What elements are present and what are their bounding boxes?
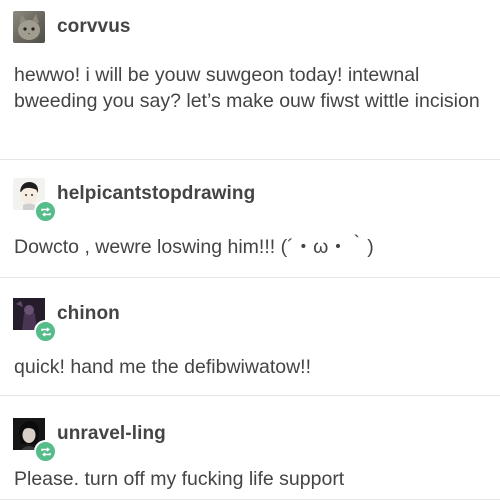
reblog-icon <box>34 320 57 343</box>
reblog-icon <box>34 440 57 463</box>
cat-photo-icon[interactable] <box>13 11 45 43</box>
reblog-icon <box>34 200 57 223</box>
post-chinon: chinon quick! hand me the defibwiwatow!! <box>0 278 500 396</box>
username[interactable]: corvvus <box>57 16 131 38</box>
drawn-character-icon[interactable] <box>13 178 57 223</box>
username[interactable]: helpicantstopdrawing <box>57 183 255 205</box>
post-header: corvvus <box>13 11 131 43</box>
username[interactable]: unravel-ling <box>57 423 166 445</box>
post-unravel-ling: unravel-ling Please. turn off my fucking… <box>0 396 500 500</box>
post-corvvus: corvvus hewwo! i will be youw suwgeon to… <box>0 0 500 160</box>
username[interactable]: chinon <box>57 303 120 325</box>
post-text: quick! hand me the defibwiwatow!! <box>14 356 311 378</box>
post-helpicantstopdrawing: helpicantstopdrawing Dowcto , wewre losw… <box>0 160 500 278</box>
dark-figure-icon[interactable] <box>13 298 57 343</box>
post-header: unravel-ling <box>13 418 166 463</box>
post-header: chinon <box>13 298 120 343</box>
post-text: hewwo! i will be youw suwgeon today! int… <box>14 64 480 112</box>
post-text: Please. turn off my fucking life support <box>14 468 345 490</box>
post-header: helpicantstopdrawing <box>13 178 255 223</box>
dark-portrait-icon[interactable] <box>13 418 57 463</box>
post-text: Dowcto , wewre loswing him!!! (´・ω・｀) <box>14 236 374 258</box>
